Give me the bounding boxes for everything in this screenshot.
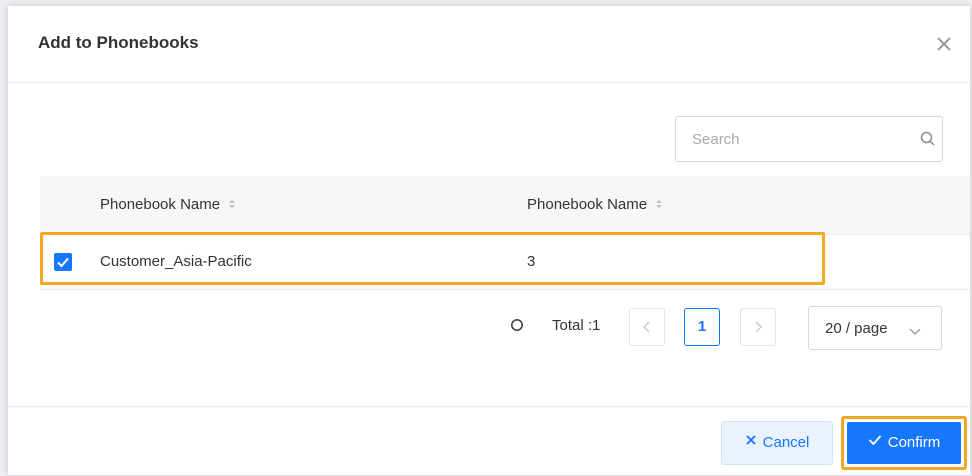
checkbox-checked-icon[interactable]	[54, 253, 72, 271]
dialog-title: Add to Phonebooks	[38, 33, 199, 52]
confirm-button[interactable]: Confirm	[847, 422, 961, 464]
dialog-header: Add to Phonebooks	[8, 6, 970, 83]
column-header-label: Phonebook Name	[527, 196, 648, 213]
next-page-button[interactable]	[740, 308, 776, 346]
x-icon	[745, 421, 757, 463]
prev-page-button[interactable]	[629, 308, 665, 346]
cancel-label: Cancel	[762, 434, 810, 451]
search-box	[675, 116, 943, 162]
loading-icon	[510, 318, 524, 332]
page-size-select[interactable]: 20 / page	[808, 306, 942, 350]
total-count: Total :1	[552, 317, 601, 334]
table-header: Phonebook Name Phonebook Name	[40, 176, 970, 235]
sort-icon[interactable]	[228, 198, 236, 213]
confirm-button-highlight: Confirm	[841, 416, 967, 470]
close-icon[interactable]	[934, 34, 954, 54]
cancel-button[interactable]: Cancel	[721, 421, 833, 465]
sort-icon[interactable]	[655, 198, 663, 213]
chevron-down-icon	[909, 323, 921, 335]
page-size-value: 20 / page	[825, 320, 888, 337]
check-icon	[868, 421, 882, 463]
phonebook-name-cell: Customer_Asia-Pacific	[100, 253, 252, 270]
page-1-button[interactable]: 1	[684, 308, 720, 346]
phonebook-count-cell: 3	[527, 253, 536, 270]
table-row[interactable]: Customer_Asia-Pacific 3	[40, 235, 970, 290]
search-icon[interactable]	[919, 130, 937, 148]
column-header-phonebook-name[interactable]: Phonebook Name	[100, 196, 236, 213]
search-input[interactable]	[676, 117, 906, 161]
phonebook-table: Phonebook Name Phonebook Name Customer_A…	[40, 176, 970, 290]
confirm-label: Confirm	[887, 434, 941, 451]
column-header-label: Phonebook Name	[100, 196, 221, 213]
column-header-phonebook-name-2[interactable]: Phonebook Name	[527, 196, 663, 213]
